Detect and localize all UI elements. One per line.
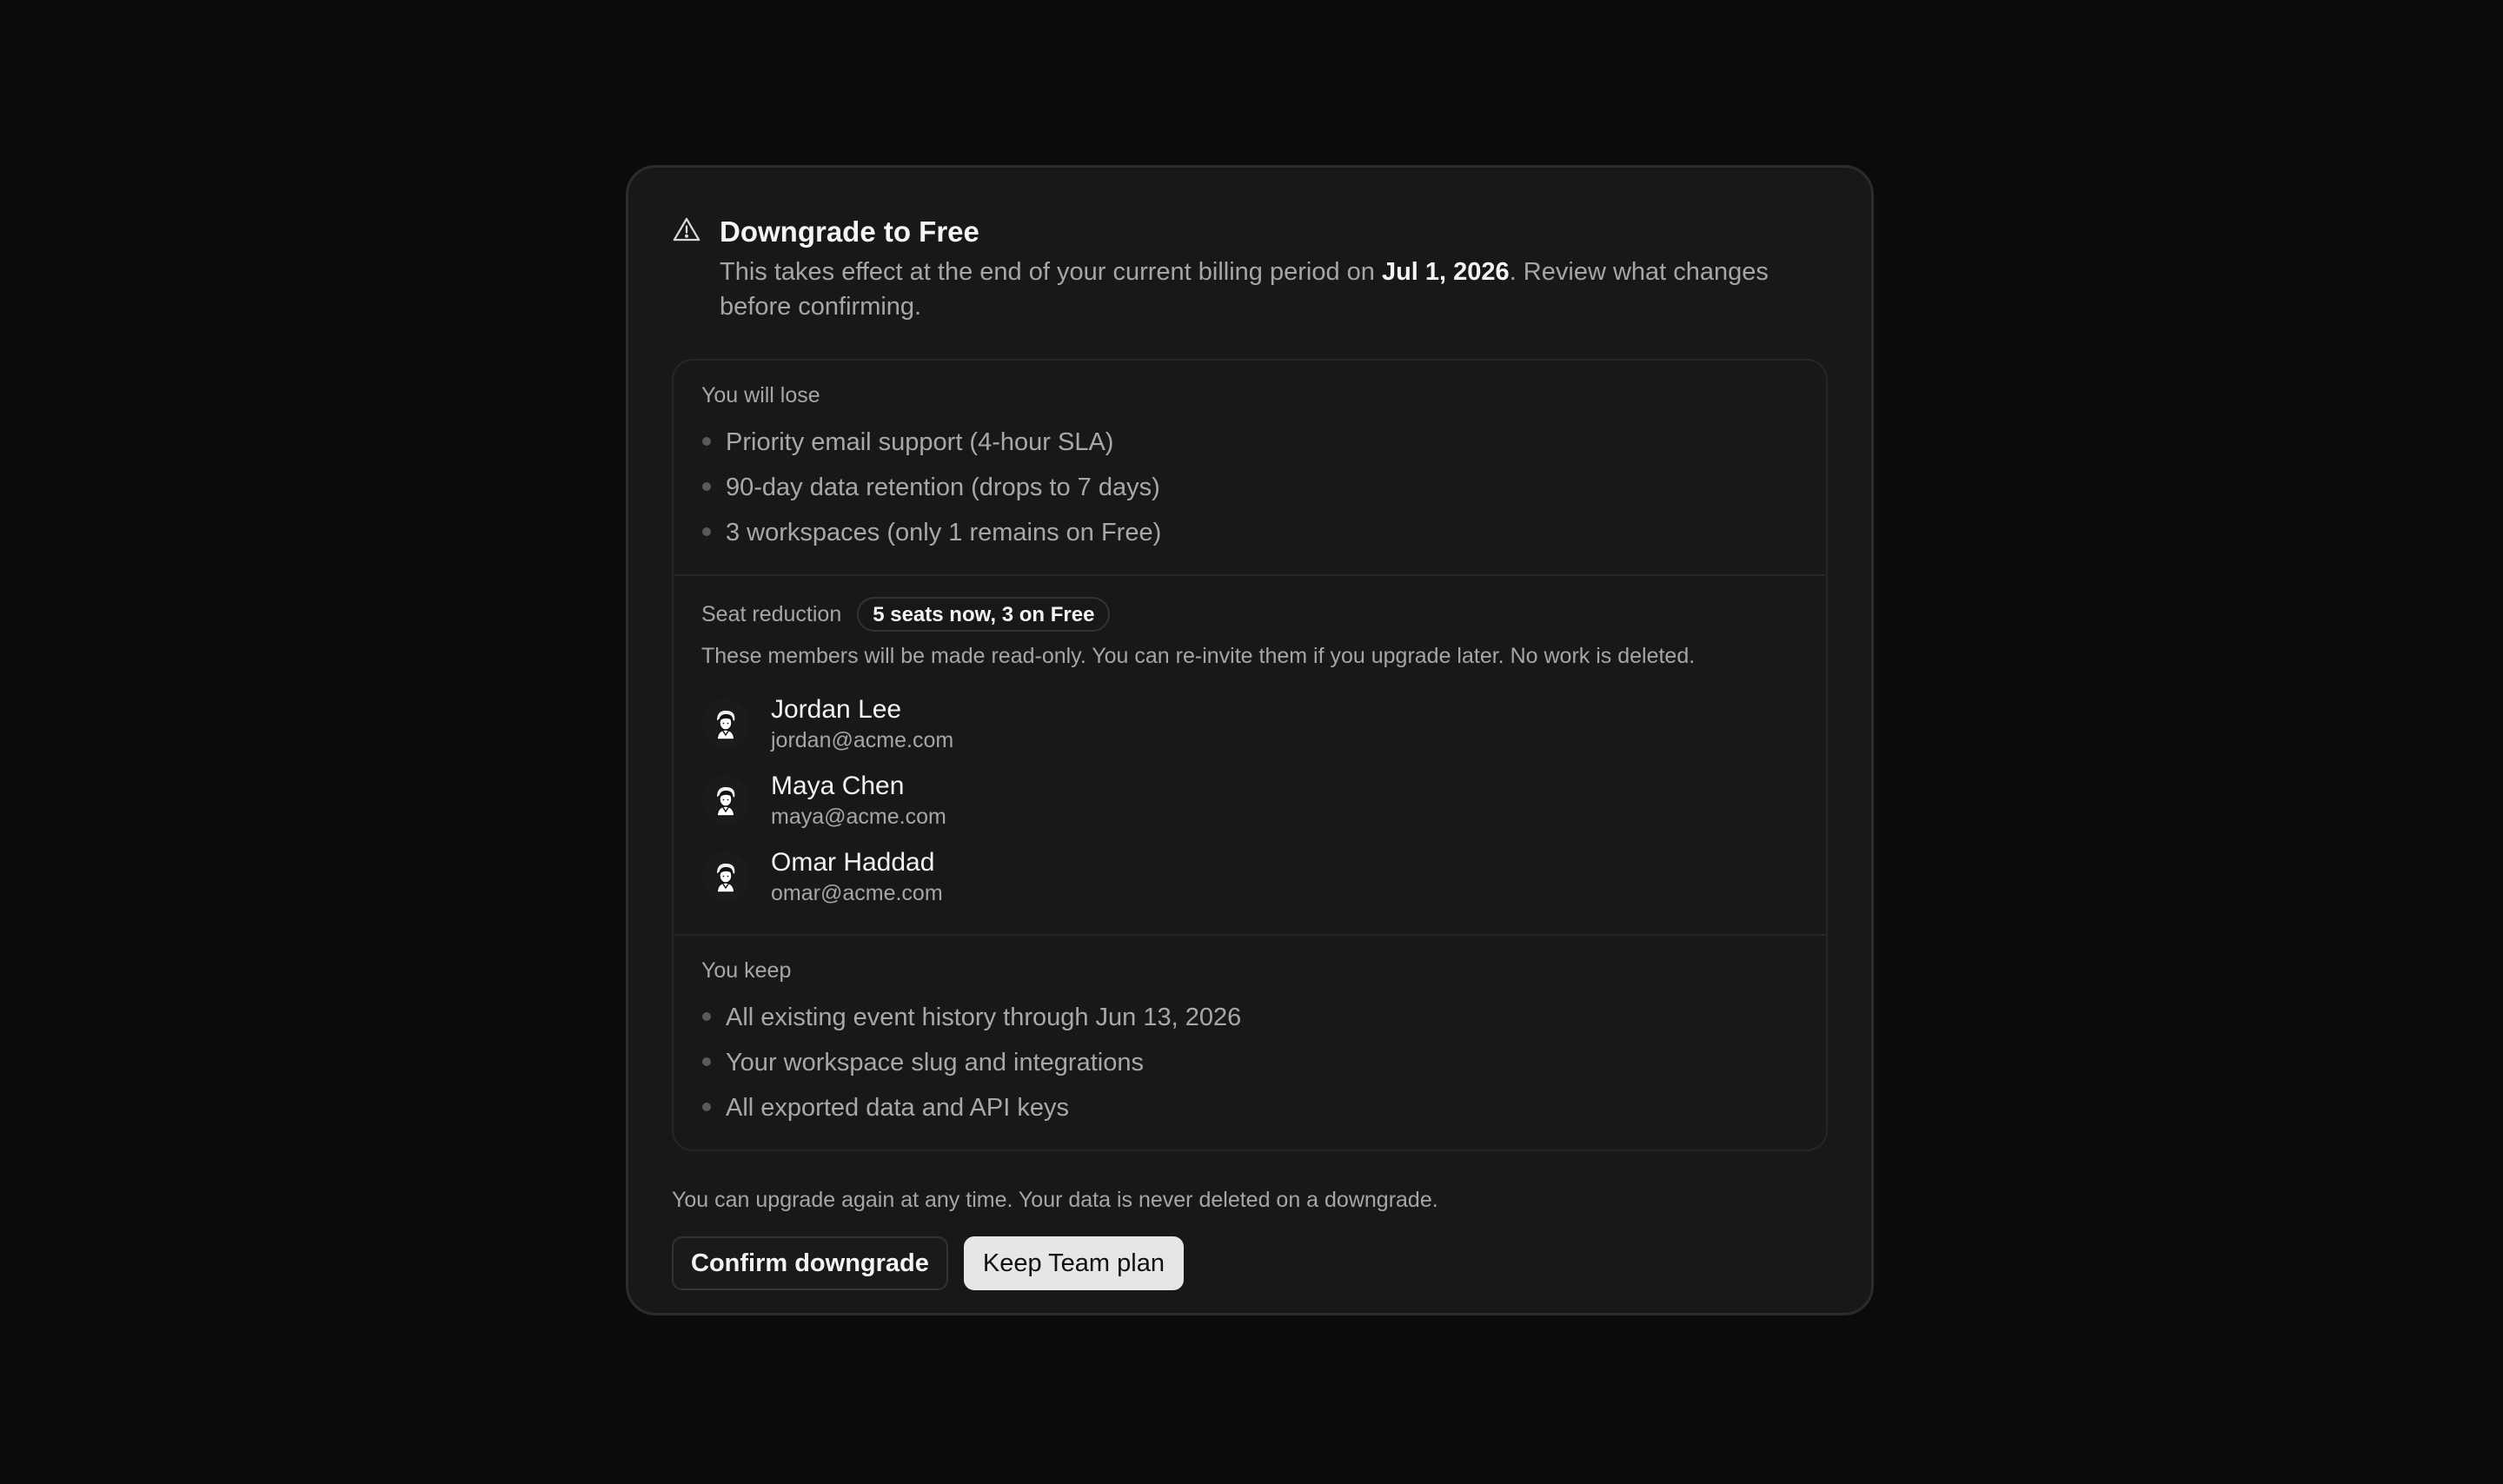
list-item: Your workspace slug and integrations — [701, 1040, 1798, 1085]
list-item: All existing event history through Jun 1… — [701, 995, 1798, 1040]
member-email: maya@acme.com — [771, 805, 946, 829]
seat-note: These members will be made read-only. Yo… — [701, 644, 1696, 668]
confirm-downgrade-button[interactable]: Confirm downgrade — [672, 1236, 948, 1290]
keep-list: All existing event history through Jun 1… — [701, 995, 1798, 1130]
dialog-actions: Confirm downgrade Keep Team plan — [672, 1236, 1828, 1290]
member-info: Omar Haddad omar@acme.com — [771, 846, 943, 907]
avatar-illustration-icon — [716, 786, 735, 817]
seat-header: Seat reduction 5 seats now, 3 on Free — [701, 595, 1798, 633]
dialog-subtitle: This takes effect at the end of your cur… — [720, 255, 1828, 324]
member-name: Jordan Lee — [771, 695, 902, 724]
member-list: Jordan Lee jordan@acme.com Maya Chen may… — [701, 686, 1798, 915]
keep-label: You keep — [701, 958, 792, 983]
bullet-dot — [702, 437, 711, 446]
footer-note: You can upgrade again at any time. Your … — [672, 1188, 1438, 1212]
list-item: 90-day data retention (drops to 7 days) — [701, 465, 1798, 510]
list-item-text: All existing event history through Jun 1… — [726, 1004, 1242, 1031]
member-email: omar@acme.com — [771, 881, 943, 905]
downgrade-dialog: Downgrade to Free This takes effect at t… — [626, 165, 1874, 1315]
bullet-dot — [702, 1012, 711, 1021]
avatar — [701, 776, 750, 825]
list-item-text: 3 workspaces (only 1 remains on Free) — [726, 519, 1162, 547]
list-item-text: All exported data and API keys — [726, 1094, 1069, 1122]
list-item: Priority email support (4-hour SLA) — [701, 420, 1798, 465]
list-item: 3 workspaces (only 1 remains on Free) — [701, 510, 1798, 555]
member-row: Jordan Lee jordan@acme.com — [701, 686, 1798, 762]
avatar-illustration-icon — [716, 710, 735, 740]
list-item: All exported data and API keys — [701, 1085, 1798, 1130]
lose-section: You will lose Priority email support (4-… — [674, 361, 1826, 574]
keep-section: You keep All existing event history thro… — [674, 934, 1826, 1149]
avatar — [701, 699, 750, 748]
seat-section: Seat reduction 5 seats now, 3 on Free Th… — [674, 574, 1826, 934]
member-name: Maya Chen — [771, 772, 905, 800]
subtitle-text-start: This takes effect at the end of your cur… — [720, 258, 1382, 286]
lose-list: Priority email support (4-hour SLA) 90-d… — [701, 420, 1798, 555]
member-row: Omar Haddad omar@acme.com — [701, 838, 1798, 915]
dialog-title: Downgrade to Free — [720, 215, 979, 248]
bullet-dot — [702, 1057, 711, 1066]
changes-panel: You will lose Priority email support (4-… — [672, 359, 1828, 1151]
list-item-text: 90-day data retention (drops to 7 days) — [726, 474, 1160, 501]
dialog-header: Downgrade to Free This takes effect at t… — [672, 213, 1828, 324]
warning-triangle-icon — [673, 217, 700, 242]
avatar-illustration-icon — [716, 863, 735, 893]
bullet-dot — [702, 1103, 711, 1111]
seat-count-badge: 5 seats now, 3 on Free — [857, 597, 1111, 632]
list-item-text: Your workspace slug and integrations — [726, 1049, 1144, 1077]
member-info: Maya Chen maya@acme.com — [771, 770, 946, 831]
bullet-dot — [702, 527, 711, 536]
member-info: Jordan Lee jordan@acme.com — [771, 693, 953, 754]
member-name: Omar Haddad — [771, 848, 935, 877]
lose-label: You will lose — [701, 383, 820, 407]
member-row: Maya Chen maya@acme.com — [701, 762, 1798, 838]
bullet-dot — [702, 482, 711, 491]
avatar — [701, 852, 750, 901]
list-item-text: Priority email support (4-hour SLA) — [726, 428, 1114, 456]
keep-team-plan-button[interactable]: Keep Team plan — [963, 1236, 1184, 1290]
seat-label: Seat reduction — [701, 602, 842, 626]
effective-date: Jul 1, 2026 — [1381, 258, 1510, 286]
member-email: jordan@acme.com — [771, 728, 954, 752]
